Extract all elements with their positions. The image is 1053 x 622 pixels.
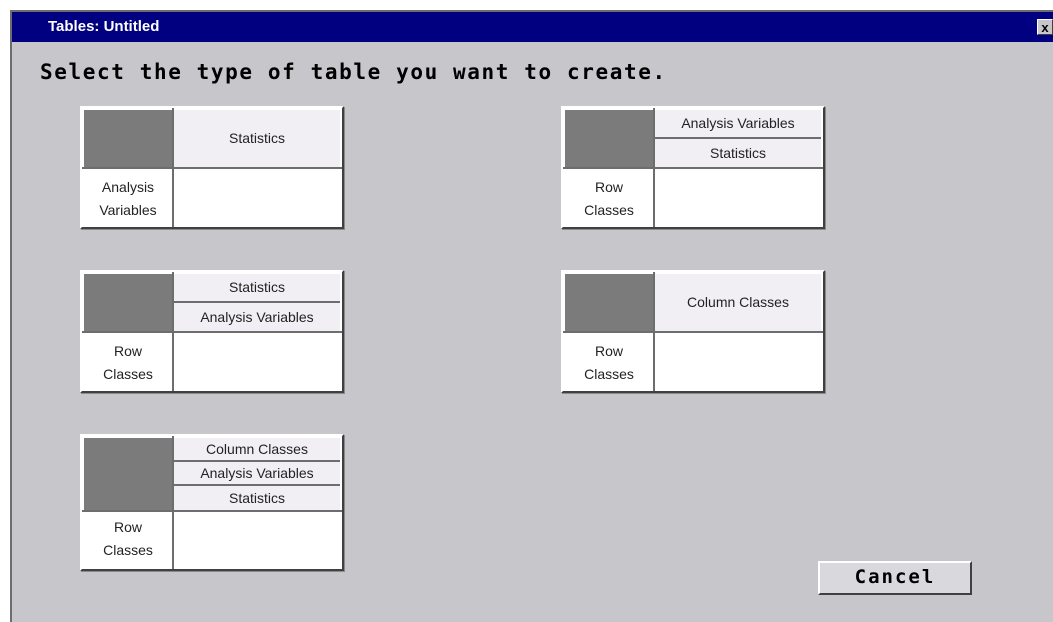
row-label-line: Classes xyxy=(584,366,634,382)
row-label-line: Row xyxy=(594,343,623,359)
row-label-line: Classes xyxy=(103,366,153,382)
corner-cell xyxy=(84,110,172,167)
tables-dialog: Tables: Untitled x Select the type of ta… xyxy=(10,10,1053,622)
table-type-column-classes-by-row-classes[interactable]: Column Classes Row Classes xyxy=(561,270,825,393)
corner-cell xyxy=(84,438,172,510)
row-label-line: Classes xyxy=(103,542,153,558)
table-type-column-analysis-statistics-by-row-classes[interactable]: Column Classes Analysis Variables Statis… xyxy=(80,434,344,571)
column-header: Statistics xyxy=(174,486,340,510)
column-header: Column Classes xyxy=(174,438,340,462)
column-header: Analysis Variables xyxy=(655,110,821,139)
instruction-text: Select the type of table you want to cre… xyxy=(40,60,667,84)
column-header: Statistics xyxy=(174,110,340,167)
close-icon: x xyxy=(1041,20,1049,35)
close-button[interactable]: x xyxy=(1037,19,1053,35)
row-label: Row Classes xyxy=(565,176,653,222)
row-label-line: Row xyxy=(113,343,142,359)
divider xyxy=(563,167,823,169)
row-label-line: Row xyxy=(113,519,142,535)
window-title: Tables: Untitled xyxy=(48,18,160,35)
cancel-button[interactable]: Cancel xyxy=(818,561,972,595)
row-label: Row Classes xyxy=(565,340,653,386)
table-type-analysis-variables-statistics-by-row-classes[interactable]: Analysis Variables Statistics Row Classe… xyxy=(561,106,825,229)
corner-cell xyxy=(565,110,653,167)
column-header: Column Classes xyxy=(655,274,821,331)
row-label-line: Analysis xyxy=(101,179,155,195)
table-type-statistics-by-analysis-variables[interactable]: Statistics Analysis Variables xyxy=(80,106,344,229)
row-label: Row Classes xyxy=(84,516,172,562)
corner-cell xyxy=(84,274,172,331)
title-bar[interactable]: Tables: Untitled x xyxy=(12,12,1053,42)
corner-cell xyxy=(565,274,653,331)
divider xyxy=(82,167,342,169)
column-header: Statistics xyxy=(655,139,821,167)
row-label-line: Classes xyxy=(584,202,634,218)
row-label: Analysis Variables xyxy=(84,176,172,222)
column-header: Analysis Variables xyxy=(174,462,340,486)
table-type-statistics-analysis-variables-by-row-classes[interactable]: Statistics Analysis Variables Row Classe… xyxy=(80,270,344,393)
row-label-line: Row xyxy=(594,179,623,195)
divider xyxy=(563,331,823,333)
divider xyxy=(82,510,342,512)
column-header: Analysis Variables xyxy=(174,303,340,331)
row-label-line: Variables xyxy=(99,202,157,218)
row-label: Row Classes xyxy=(84,340,172,386)
divider xyxy=(82,331,342,333)
column-header: Statistics xyxy=(174,274,340,303)
